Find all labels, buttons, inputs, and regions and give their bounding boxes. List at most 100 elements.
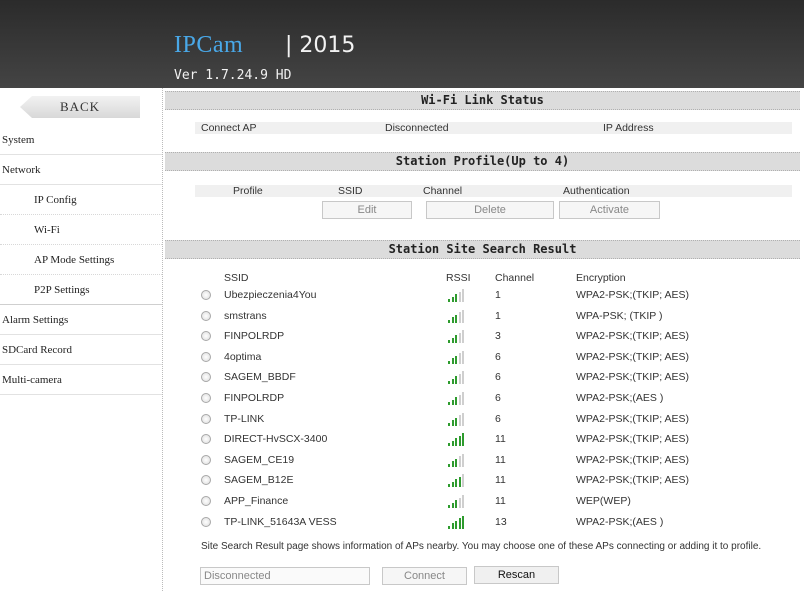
ip-address-label: IP Address xyxy=(603,122,654,134)
signal-bar xyxy=(448,422,450,426)
profile-col-channel: Channel xyxy=(423,185,463,197)
site-encryption: WPA2-PSK;(AES ) xyxy=(576,392,664,404)
sidebar-item-wifi[interactable]: Wi-Fi xyxy=(0,215,162,245)
signal-bar xyxy=(451,399,454,405)
signal-bar xyxy=(455,294,457,302)
signal-bar xyxy=(451,296,454,302)
site-row[interactable]: SAGEM_CE19 11 WPA2-PSK;(TKIP; AES) xyxy=(198,452,798,470)
site-row[interactable]: TP-LINK_51643A VESS 13 WPA2-PSK;(AES ) xyxy=(198,514,798,532)
site-select-radio[interactable] xyxy=(201,372,211,383)
brand-year: | 2015 xyxy=(285,33,356,58)
signal-bar xyxy=(448,484,450,488)
site-select-radio[interactable] xyxy=(201,310,211,321)
site-channel: 1 xyxy=(495,309,501,322)
col-encryption: Encryption xyxy=(576,272,626,284)
sidebar-item-p2p-settings[interactable]: P2P Settings xyxy=(0,275,162,305)
signal-bar xyxy=(448,443,450,447)
site-row[interactable]: FINPOLRDP 6 WPA2-PSK;(AES ) xyxy=(198,390,798,408)
sidebar-item-system[interactable]: System xyxy=(0,125,162,155)
signal-bar xyxy=(451,502,454,508)
sidebar-item-ip-config[interactable]: IP Config xyxy=(0,185,162,215)
signal-bar xyxy=(455,500,457,508)
signal-bar xyxy=(448,360,450,364)
site-channel: 11 xyxy=(495,433,506,446)
site-channel: 1 xyxy=(495,289,501,301)
site-encryption: WPA-PSK; (TKIP ) xyxy=(576,309,663,322)
sidebar-item-ap-mode-settings[interactable]: AP Mode Settings xyxy=(0,245,162,275)
signal-bar xyxy=(451,378,454,385)
connect-ap-value: Disconnected xyxy=(385,122,449,134)
signal-bar xyxy=(462,392,464,405)
sidebar-item-sdcard-record[interactable]: SDCard Record xyxy=(0,335,162,365)
site-ssid: SAGEM_BBDF xyxy=(224,371,296,384)
site-row[interactable]: FINPOLRDP 3 WPA2-PSK;(TKIP; AES) xyxy=(198,328,798,346)
signal-strength-icon xyxy=(448,453,468,467)
signal-strength-icon xyxy=(448,391,468,405)
site-select-radio[interactable] xyxy=(201,413,211,424)
site-select-radio[interactable] xyxy=(201,475,211,486)
firmware-version: Ver 1.7.24.9 HD xyxy=(174,68,292,83)
signal-bar xyxy=(462,412,464,426)
site-channel: 6 xyxy=(495,371,501,384)
site-channel: 3 xyxy=(495,330,501,343)
signal-bar xyxy=(451,461,454,467)
profile-col-profile: Profile xyxy=(233,185,263,197)
connection-status-field: Disconnected xyxy=(200,567,370,585)
edit-button[interactable]: Edit xyxy=(322,201,412,219)
site-row[interactable]: Ubezpieczenia4You 1 WPA2-PSK;(TKIP; AES) xyxy=(198,287,798,305)
signal-strength-icon xyxy=(448,473,468,488)
signal-bar xyxy=(462,371,464,385)
signal-bar xyxy=(458,476,461,488)
connect-button[interactable]: Connect xyxy=(382,567,467,585)
back-button[interactable]: BACK xyxy=(20,96,140,118)
site-encryption: WPA2-PSK;(TKIP; AES) xyxy=(576,453,689,466)
link-status-row xyxy=(195,122,792,134)
signal-bar xyxy=(448,319,450,323)
signal-bar xyxy=(455,438,457,447)
site-select-radio[interactable] xyxy=(201,290,211,300)
signal-bar xyxy=(451,337,454,344)
sidebar: BACK System Network IP Config Wi-Fi AP M… xyxy=(0,88,163,591)
site-search-title: Station Site Search Result xyxy=(165,240,800,259)
signal-bar xyxy=(462,474,464,488)
site-select-radio[interactable] xyxy=(201,516,211,527)
signal-bar xyxy=(451,420,454,426)
site-row[interactable]: DIRECT-HvSCX-3400 11 WPA2-PSK;(TKIP; AES) xyxy=(198,431,798,449)
delete-button[interactable]: Delete xyxy=(426,201,554,219)
site-row[interactable]: TP-LINK 6 WPA2-PSK;(TKIP; AES) xyxy=(198,411,798,429)
site-row[interactable]: smstrans 1 WPA-PSK; (TKIP ) xyxy=(198,308,798,326)
station-profile-title: Station Profile(Up to 4) xyxy=(165,152,800,171)
signal-bar xyxy=(448,463,450,467)
signal-strength-icon xyxy=(448,329,468,344)
site-encryption: WPA2-PSK;(TKIP; AES) xyxy=(576,371,689,384)
signal-bar xyxy=(462,330,464,344)
site-select-radio[interactable] xyxy=(201,331,211,342)
site-row[interactable]: SAGEM_BBDF 6 WPA2-PSK;(TKIP; AES) xyxy=(198,369,798,387)
signal-strength-icon xyxy=(448,370,468,385)
site-select-radio[interactable] xyxy=(201,496,211,506)
site-encryption: WPA2-PSK;(TKIP; AES) xyxy=(576,289,689,301)
rescan-button[interactable]: Rescan xyxy=(474,566,559,584)
signal-bar xyxy=(462,453,464,467)
site-encryption: WPA2-PSK;(TKIP; AES) xyxy=(576,350,689,363)
site-ssid: TP-LINK xyxy=(224,412,265,425)
site-channel: 11 xyxy=(495,474,506,487)
signal-bar xyxy=(462,495,464,508)
site-row[interactable]: SAGEM_B12E 11 WPA2-PSK;(TKIP; AES) xyxy=(198,472,798,490)
site-encryption: WPA2-PSK;(TKIP; AES) xyxy=(576,412,689,425)
signal-bar xyxy=(451,317,454,323)
site-select-radio[interactable] xyxy=(201,454,211,465)
sidebar-item-alarm-settings[interactable]: Alarm Settings xyxy=(0,305,162,335)
signal-strength-icon xyxy=(448,288,468,302)
signal-bar xyxy=(462,350,464,364)
site-select-radio[interactable] xyxy=(201,434,211,445)
site-select-radio[interactable] xyxy=(201,351,211,362)
signal-bar xyxy=(448,505,450,508)
site-select-radio[interactable] xyxy=(201,393,211,403)
link-status-title: Wi-Fi Link Status xyxy=(165,91,800,110)
sidebar-item-network[interactable]: Network xyxy=(0,155,162,185)
activate-button[interactable]: Activate xyxy=(559,201,660,219)
site-row[interactable]: APP_Finance 11 WEP(WEP) xyxy=(198,493,798,511)
sidebar-item-multi-camera[interactable]: Multi-camera xyxy=(0,365,162,395)
site-row[interactable]: 4optima 6 WPA2-PSK;(TKIP; AES) xyxy=(198,349,798,367)
